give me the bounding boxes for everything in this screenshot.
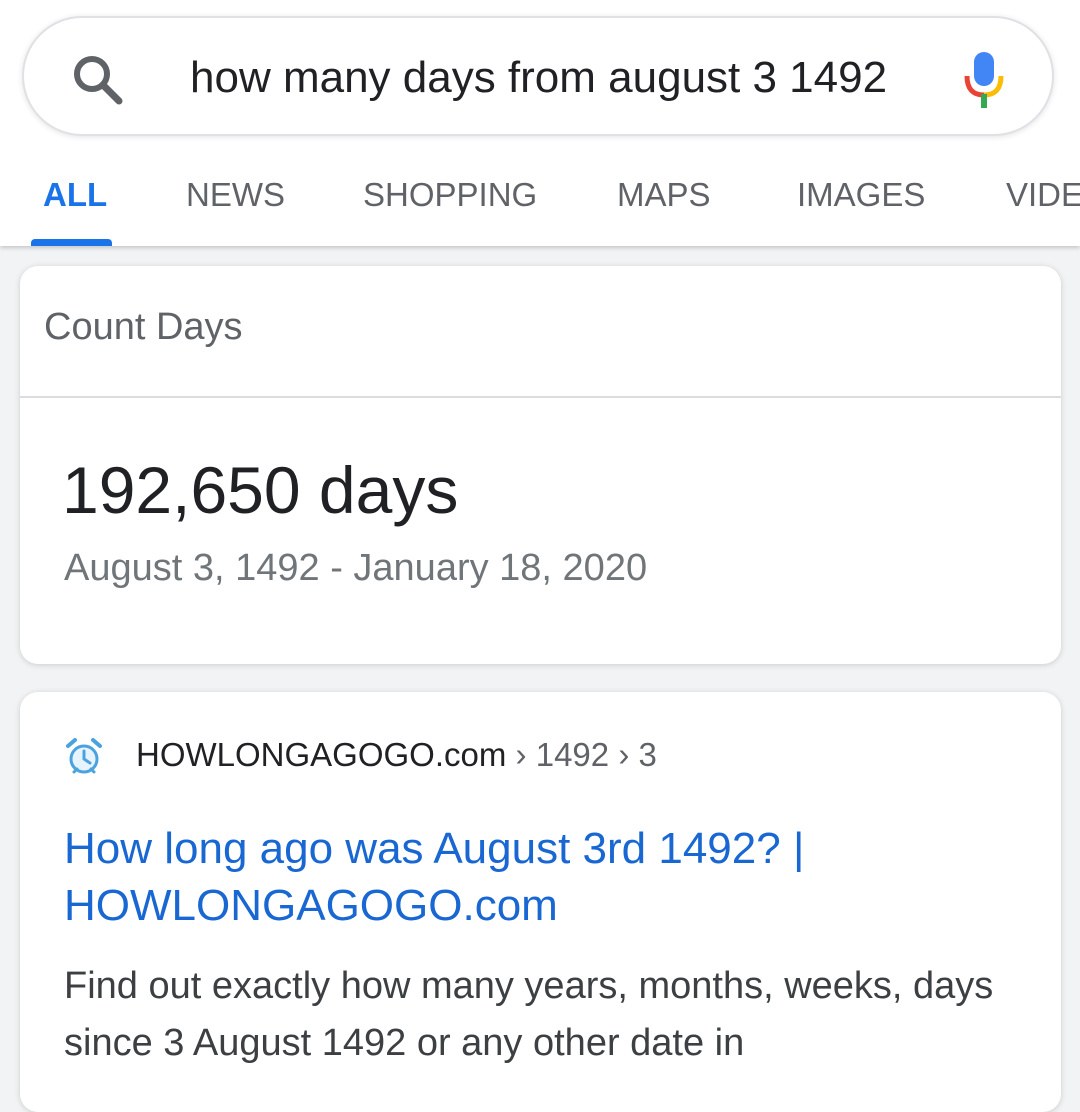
- tab-videos[interactable]: VIDEOS: [1006, 150, 1080, 246]
- breadcrumb-separator: ›: [515, 736, 527, 773]
- tab-news[interactable]: NEWS: [186, 150, 285, 246]
- card-divider: [20, 396, 1061, 398]
- result-site-breadcrumb[interactable]: HOWLONGAGOGO.com › 1492 › 3: [136, 736, 657, 774]
- count-days-title: Count Days: [44, 306, 243, 348]
- result-title-link[interactable]: How long ago was August 3rd 1492? | HOWL…: [64, 820, 1024, 934]
- tab-images[interactable]: IMAGES: [797, 150, 925, 246]
- active-tab-indicator: [31, 239, 112, 246]
- alarm-clock-icon: [66, 738, 102, 774]
- tab-maps[interactable]: MAPS: [617, 150, 711, 246]
- search-icon[interactable]: [70, 52, 124, 106]
- breadcrumb-separator: ›: [618, 736, 630, 773]
- result-site-name: HOWLONGAGOGO.com: [136, 736, 507, 773]
- breadcrumb-item: 3: [638, 736, 657, 773]
- tab-all[interactable]: ALL: [43, 150, 107, 246]
- search-tabs: ALL NEWS SHOPPING MAPS IMAGES VIDEOS: [0, 150, 1080, 246]
- mic-icon[interactable]: [964, 50, 1004, 110]
- count-days-range: August 3, 1492 - January 18, 2020: [64, 547, 648, 589]
- result-snippet: Find out exactly how many years, months,…: [64, 965, 994, 1064]
- search-box[interactable]: [22, 16, 1054, 136]
- count-days-value: 192,650 days: [62, 453, 459, 527]
- tab-shopping[interactable]: SHOPPING: [363, 150, 537, 246]
- search-header: ALL NEWS SHOPPING MAPS IMAGES VIDEOS: [0, 0, 1080, 246]
- breadcrumb-item: 1492: [535, 736, 610, 773]
- search-input[interactable]: [190, 46, 904, 110]
